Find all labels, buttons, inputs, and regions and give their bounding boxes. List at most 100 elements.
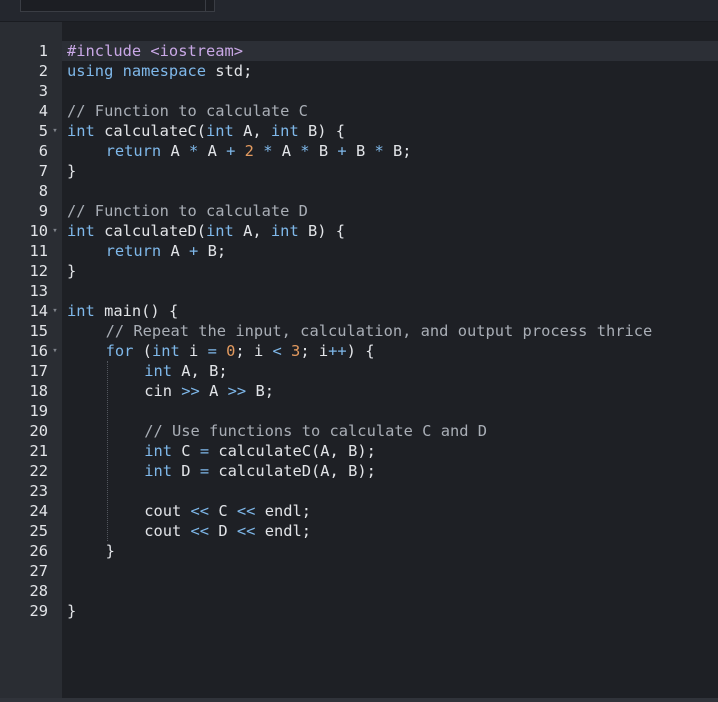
line-number: 14 xyxy=(29,302,48,320)
code-token-plain: cout xyxy=(144,522,191,540)
horizontal-scrollbar[interactable] xyxy=(0,698,718,702)
code-token-plain: B; xyxy=(255,382,274,400)
line-number: 10 xyxy=(29,222,48,240)
code-token-keyword: using namespace xyxy=(67,62,216,80)
line-number: 13 xyxy=(29,282,48,300)
code-token-plain: ; i xyxy=(300,342,329,360)
file-tab[interactable] xyxy=(20,0,215,12)
line-number: 28 xyxy=(29,582,48,600)
line-number: 7 xyxy=(38,162,48,180)
code-token-plain: D xyxy=(218,522,237,540)
line-number: 3 xyxy=(38,82,48,100)
line-code: cout << C << endl; xyxy=(144,501,311,521)
code-token-plain: A xyxy=(281,142,301,160)
code-token-keyword: int xyxy=(270,122,308,140)
code-token-operator: = xyxy=(207,342,227,360)
line-number: 2 xyxy=(38,62,48,80)
code-token-keyword: int xyxy=(67,122,105,140)
line-code: int main() { xyxy=(67,301,178,321)
code-line: 20 // Use functions to calculate C and D xyxy=(0,421,718,441)
code-token-preproc: #include <iostream> xyxy=(67,42,244,60)
line-number: 12 xyxy=(29,262,48,280)
code-line: 8 xyxy=(0,181,718,201)
line-code: int C = calculateC(A, B); xyxy=(144,441,376,461)
code-token-keyword: return xyxy=(105,242,171,260)
line-code: // Repeat the input, calculation, and ou… xyxy=(106,321,653,341)
line-number: 8 xyxy=(38,182,48,200)
line-code: // Function to calculate D xyxy=(67,201,308,221)
code-token-plain: B) { xyxy=(307,222,346,240)
line-code: return A + B; xyxy=(106,241,227,261)
code-token-operator: * xyxy=(189,142,208,160)
code-token-plain: ( xyxy=(142,342,152,360)
code-token-plain: C xyxy=(218,502,237,520)
code-line: 23 xyxy=(0,481,718,501)
line-number: 6 xyxy=(38,142,48,160)
line-number: 11 xyxy=(29,242,48,260)
code-line: 4 // Function to calculate C xyxy=(0,101,718,121)
code-token-plain: B xyxy=(355,142,375,160)
code-token-operator: << xyxy=(236,502,265,520)
code-token-plain: } xyxy=(105,542,115,560)
fold-toggle-icon[interactable]: ▾ xyxy=(51,301,59,321)
code-line: 15 // Repeat the input, calculation, and … xyxy=(0,321,718,341)
code-token-plain: A xyxy=(170,242,190,260)
line-code: cin >> A >> B; xyxy=(144,381,274,401)
code-token-plain: } xyxy=(67,602,77,620)
code-line: 21 int C = calculateC(A, B); xyxy=(0,441,718,461)
line-number: 19 xyxy=(29,402,48,420)
code-token-operator: + xyxy=(226,142,245,160)
code-token-operator: + xyxy=(337,142,356,160)
code-token-keyword: int xyxy=(67,222,105,240)
code-token-plain: B; xyxy=(207,242,227,260)
line-number: 20 xyxy=(29,422,48,440)
code-token-operator: << xyxy=(190,502,219,520)
code-token-plain: endl; xyxy=(264,502,312,520)
code-token-plain: calculateC(A, B); xyxy=(218,442,376,460)
code-line: 5 ▾ int calculateC(int A, int B) { xyxy=(0,121,718,141)
code-token-plain: cin xyxy=(144,382,182,400)
code-token-plain: calculateD( xyxy=(104,222,207,240)
code-token-operator: ++ xyxy=(328,342,347,360)
code-token-operator: * xyxy=(300,142,319,160)
code-token-plain: A xyxy=(170,142,190,160)
code-token-number: 0 xyxy=(226,342,236,360)
fold-toggle-icon[interactable]: ▾ xyxy=(51,221,59,241)
code-line: 26} xyxy=(0,541,718,561)
line-number: 15 xyxy=(29,322,48,340)
code-token-plain: calculateD(A, B); xyxy=(218,462,376,480)
code-token-comment: // Function to calculate C xyxy=(67,102,308,120)
code-token-keyword: int xyxy=(270,222,308,240)
code-line: 18 cin >> A >> B; xyxy=(0,381,718,401)
code-token-keyword: return xyxy=(105,142,171,160)
code-line: 29} xyxy=(0,601,718,621)
line-code: } xyxy=(67,161,76,181)
line-code: int A, B; xyxy=(144,361,227,381)
code-line: 14 ▾ int main() { xyxy=(0,301,718,321)
code-token-operator: = xyxy=(199,462,219,480)
line-code: } xyxy=(67,261,76,281)
code-line: 1 #include <iostream> xyxy=(0,41,718,61)
line-number: 26 xyxy=(29,542,48,560)
code-token-comment: // Use functions to calculate C and D xyxy=(144,422,488,440)
fold-toggle-icon[interactable]: ▾ xyxy=(51,121,59,141)
code-line: 7} xyxy=(0,161,718,181)
code-token-plain: main() { xyxy=(104,302,179,320)
code-token-plain: } xyxy=(67,162,77,180)
code-token-plain: B xyxy=(318,142,338,160)
code-line: 9 // Function to calculate D xyxy=(0,201,718,221)
code-token-plain: A xyxy=(207,142,227,160)
line-number: 16 xyxy=(29,342,48,360)
code-token-number: 2 xyxy=(244,142,264,160)
code-token-plain: cout xyxy=(144,502,191,520)
code-token-comment: // Function to calculate D xyxy=(67,202,308,220)
line-code: int calculateD(int A, int B) { xyxy=(67,221,345,241)
code-token-plain: A xyxy=(209,382,228,400)
line-number: 5 xyxy=(38,122,48,140)
code-token-operator: * xyxy=(263,142,282,160)
code-token-plain: D xyxy=(181,462,200,480)
code-token-operator: + xyxy=(189,242,208,260)
code-token-plain: ) { xyxy=(346,342,375,360)
fold-toggle-icon[interactable]: ▾ xyxy=(51,341,59,361)
code-editor[interactable]: 1 #include <iostream> 2 using namespace std… xyxy=(0,22,718,702)
